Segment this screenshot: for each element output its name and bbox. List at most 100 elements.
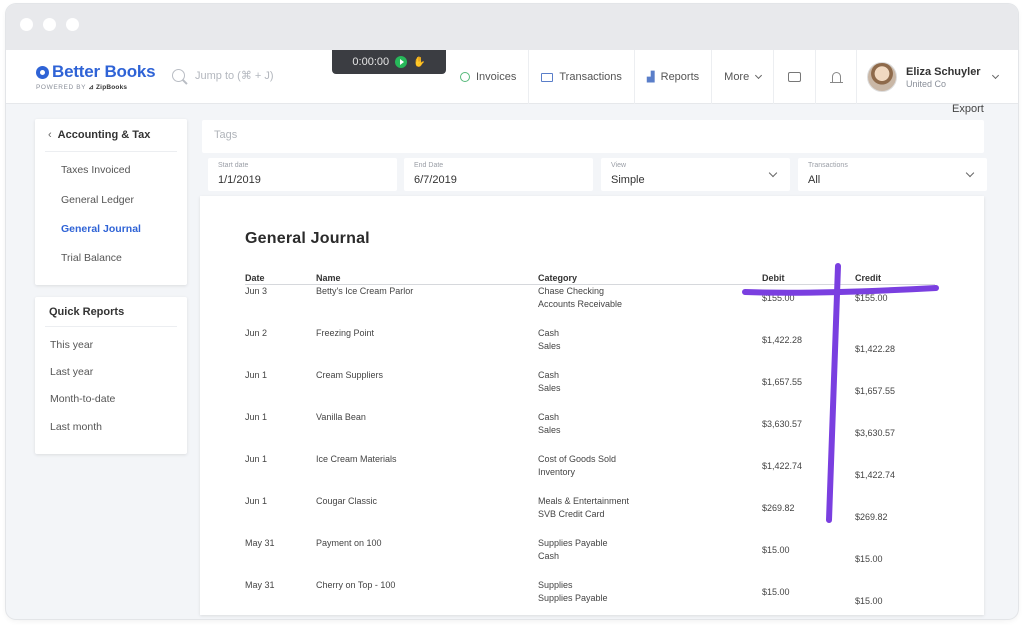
chevron-down-icon [768,168,778,178]
entry-credit-account: Cash [538,551,560,561]
entry-credit-amount: $269.82 [855,512,888,522]
entry-debit-amount: $1,657.55 [762,377,803,387]
sidebar-item-general-journal[interactable]: General Journal [61,223,141,235]
chevron-down-icon [991,71,999,80]
entry-debit-account: Supplies [538,580,573,590]
entry-date: Jun 1 [245,454,268,464]
entry-name: Vanilla Bean [316,412,366,422]
entry-credit-account: Sales [538,425,561,435]
nav-more[interactable]: More [711,50,773,104]
divider [45,151,177,152]
entry-date: Jun 1 [245,496,268,506]
search-bar[interactable] [172,69,315,82]
entry-debit-amount: $3,630.57 [762,419,803,429]
column-header-date: Date [245,273,265,283]
entry-date: Jun 1 [245,412,268,422]
brand-mark-icon [36,65,49,79]
header-divider [245,284,935,285]
timer-time: 0:00:00 [352,56,390,68]
entry-credit-amount: $1,422.28 [855,344,896,354]
user-name: Eliza Schuyler [906,65,981,78]
brand-logo[interactable]: Better Books POWERED BY ⊿ ZipBooks [36,62,156,91]
entry-credit-amount: $15.00 [855,554,883,564]
brand-powered-by: POWERED BY ⊿ ZipBooks [36,84,128,91]
chat-icon [788,72,802,82]
entry-name: Cougar Classic [316,496,378,506]
end-date-value: 6/7/2019 [414,174,457,186]
entry-name: Ice Cream Materials [316,454,397,464]
entry-credit-account: Supplies Payable [538,593,608,603]
quick-report-last-month[interactable]: Last month [50,421,102,433]
entry-date: Jun 3 [245,286,268,296]
quick-reports-title: Quick Reports [49,306,125,318]
recording-timer: 0:00:00 ✋ [332,50,446,74]
start-date-field[interactable]: Start date 1/1/2019 [208,158,397,191]
messages-button[interactable] [773,50,815,104]
quick-reports-panel: Quick Reports This year Last year Month-… [35,297,187,454]
tags-input[interactable] [214,129,514,141]
transactions-select[interactable]: Transactions All [798,158,987,191]
end-date-field[interactable]: End Date 6/7/2019 [404,158,593,191]
accounting-tax-header[interactable]: ‹ Accounting & Tax [48,129,150,141]
entry-debit-amount: $269.82 [762,503,795,513]
tags-field[interactable] [202,120,984,153]
entry-date: May 31 [245,538,275,548]
entry-name: Cream Suppliers [316,370,384,380]
window-zoom-dot[interactable] [66,18,79,31]
notifications-button[interactable] [815,50,857,104]
column-header-category: Category [538,273,578,283]
entry-debit-account: Cost of Goods Sold [538,454,617,464]
sidebar-item-trial-balance[interactable]: Trial Balance [61,252,122,264]
entry-name: Betty's Ice Cream Parlor [316,286,414,296]
nav-reports[interactable]: ▟ Reports [633,50,711,104]
entry-credit-account: Sales [538,383,561,393]
entry-credit-account: Sales [538,341,561,351]
search-input[interactable] [195,69,315,82]
entry-credit-amount: $155.00 [855,293,888,303]
start-date-value: 1/1/2019 [218,174,261,186]
chevron-down-icon [965,168,975,178]
entry-name: Cherry on Top - 100 [316,580,396,590]
entry-credit-amount: $1,422.74 [855,470,896,480]
entry-debit-account: Chase Checking [538,286,605,296]
entry-credit-account: Inventory [538,467,576,477]
chevron-down-icon [755,71,763,80]
entry-credit-amount: $15.00 [855,596,883,606]
window-minimize-dot[interactable] [43,18,56,31]
entry-debit-account: Cash [538,370,560,380]
nav-transactions[interactable]: Transactions [528,50,634,104]
avatar [867,62,897,92]
entry-credit-amount: $3,630.57 [855,428,896,438]
invoice-icon [460,72,470,82]
play-icon[interactable] [395,56,408,68]
brand-name: Better Books [52,62,156,81]
quick-report-last-year[interactable]: Last year [50,366,93,378]
sidebar-item-taxes-invoiced[interactable]: Taxes Invoiced [61,164,130,176]
report-title: General Journal [245,230,370,247]
column-header-name: Name [316,273,341,283]
quick-report-this-year[interactable]: This year [50,339,93,351]
sidebar-item-general-ledger[interactable]: General Ledger [61,194,134,206]
hand-icon[interactable]: ✋ [413,57,425,68]
quick-report-month-to-date[interactable]: Month-to-date [50,393,115,405]
user-menu[interactable]: Eliza Schuyler United Co [856,50,999,104]
view-value: Simple [611,174,645,186]
card-icon [541,72,554,82]
app-header: Better Books POWERED BY ⊿ ZipBooks Invoi… [6,50,1018,104]
entry-debit-amount: $15.00 [762,545,790,555]
nav-invoices[interactable]: Invoices [448,50,528,104]
export-button[interactable]: Export [952,103,984,115]
divider [45,326,177,327]
entry-debit-account: Supplies Payable [538,538,608,548]
entry-date: Jun 2 [245,328,268,338]
search-icon [172,69,185,82]
chevron-left-icon: ‹ [48,129,52,141]
bar-chart-icon: ▟ [646,71,655,83]
accounting-tax-panel: ‹ Accounting & Tax Taxes Invoiced Genera… [35,119,187,285]
column-header-credit: Credit [855,273,882,283]
view-select[interactable]: View Simple [601,158,790,191]
window-close-dot[interactable] [20,18,33,31]
entry-debit-account: Cash [538,412,560,422]
entry-debit-amount: $1,422.74 [762,461,803,471]
general-journal-report: General Journal Date Name Category Debit… [200,196,984,615]
